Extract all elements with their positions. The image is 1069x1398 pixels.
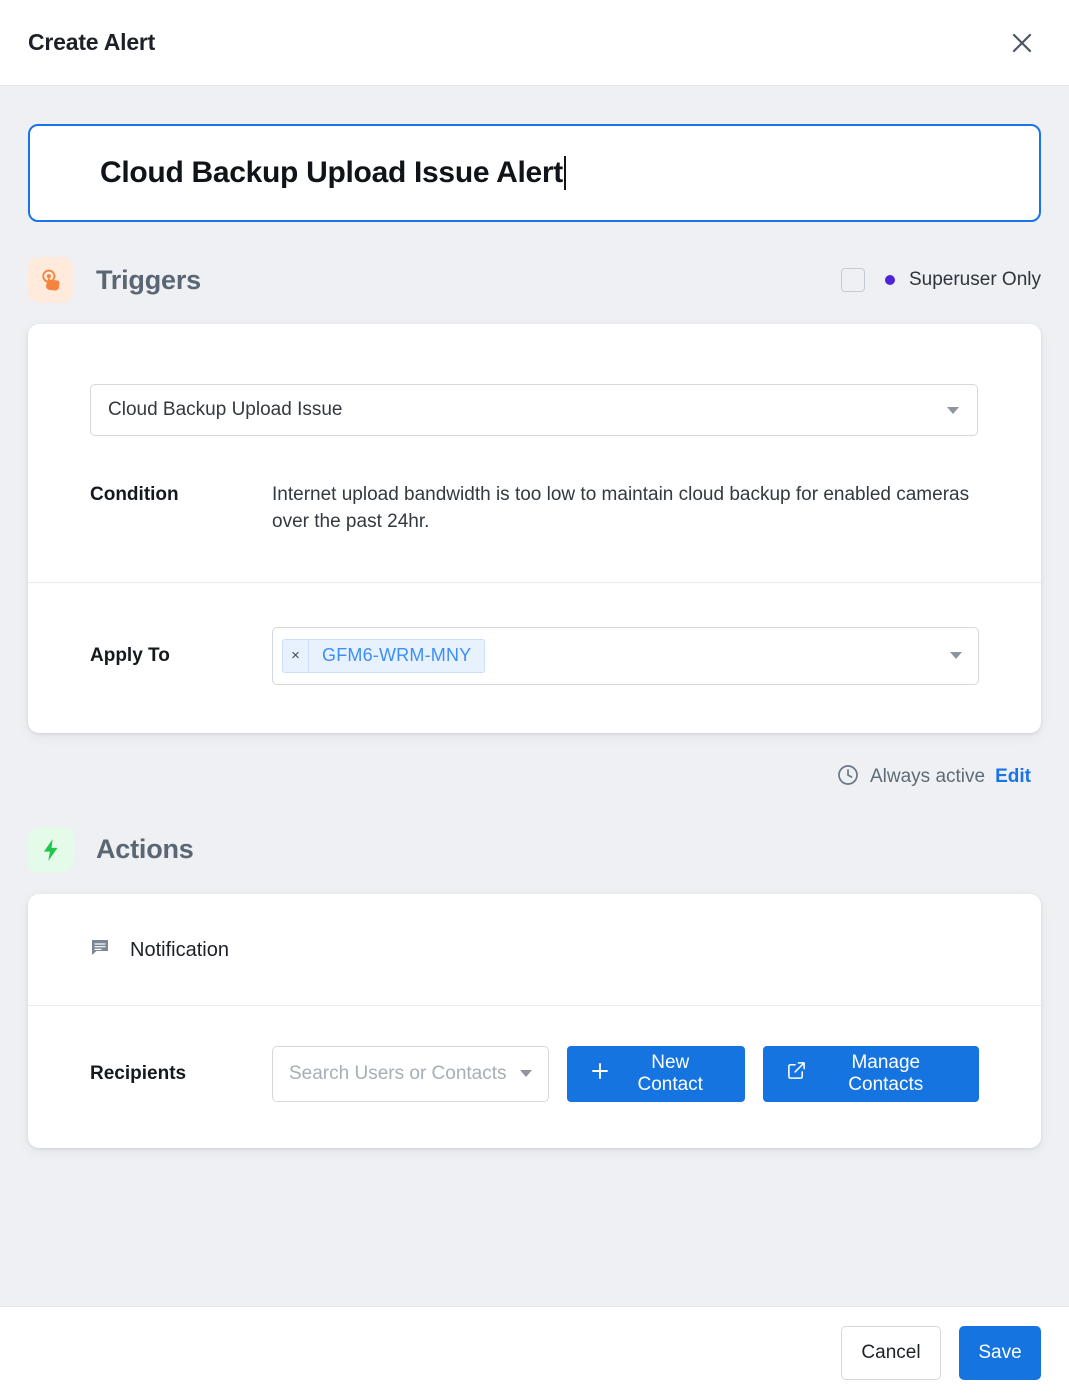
actions-card: Notification Recipients Search Users or … <box>28 893 1041 1148</box>
alert-name-input[interactable]: Cloud Backup Upload Issue Alert <box>28 124 1041 222</box>
trigger-config-block: Cloud Backup Upload Issue Condition Inte… <box>28 324 1041 582</box>
manage-contacts-button[interactable]: Manage Contacts <box>762 1045 979 1102</box>
alert-name-field-wrap: Cloud Backup Upload Issue Alert <box>28 124 1041 222</box>
schedule-row: Always active Edit <box>28 763 1041 792</box>
cancel-button[interactable]: Cancel <box>841 1325 941 1380</box>
apply-to-select[interactable]: × GFM6-WRM-MNY <box>272 626 979 685</box>
chip-label: GFM6-WRM-MNY <box>322 645 472 666</box>
edit-schedule-link[interactable]: Edit <box>995 766 1031 788</box>
apply-to-chip[interactable]: × GFM6-WRM-MNY <box>282 638 486 673</box>
condition-label: Condition <box>90 484 179 505</box>
external-link-icon <box>787 1061 806 1086</box>
clock-icon <box>836 763 860 792</box>
close-icon <box>1011 32 1033 54</box>
touch-gesture-icon <box>28 257 74 303</box>
page-title: Create Alert <box>28 29 156 55</box>
superuser-only-checkbox[interactable] <box>840 268 865 292</box>
triggers-header-left: Triggers <box>28 257 201 303</box>
alert-name-value: Cloud Backup Upload Issue Alert <box>100 156 563 189</box>
chevron-down-icon <box>950 652 962 660</box>
superuser-status-dot <box>884 275 895 285</box>
save-button[interactable]: Save <box>959 1325 1041 1380</box>
trigger-type-select[interactable]: Cloud Backup Upload Issue <box>90 384 978 436</box>
plus-icon <box>591 1062 609 1086</box>
new-contact-button[interactable]: New Contact <box>566 1045 745 1102</box>
superuser-only-label: Superuser Only <box>908 269 1041 290</box>
superuser-only-control: Superuser Only <box>840 268 1041 292</box>
actions-header-left: Actions <box>28 826 194 873</box>
search-placeholder: Search Users or Contacts <box>289 1062 507 1084</box>
chip-remove-icon[interactable]: × <box>283 639 309 672</box>
create-alert-modal: Create Alert Cloud Backup Upload Issue A… <box>0 0 1069 1398</box>
close-button[interactable] <box>1005 26 1039 60</box>
manage-contacts-label: Manage Contacts <box>848 1051 924 1095</box>
apply-to-label: Apply To <box>90 644 170 666</box>
modal-body: Cloud Backup Upload Issue Alert Triggers… <box>0 86 1069 1306</box>
chevron-down-icon <box>519 1070 532 1078</box>
notification-row: Notification <box>28 894 1041 1005</box>
condition-text: Internet upload bandwidth is too low to … <box>272 484 970 532</box>
actions-title: Actions <box>96 834 194 865</box>
recipients-label: Recipients <box>90 1062 187 1084</box>
schedule-text: Always active <box>870 766 986 788</box>
trigger-type-value: Cloud Backup Upload Issue <box>108 399 343 420</box>
triggers-card: Cloud Backup Upload Issue Condition Inte… <box>28 324 1041 733</box>
recipients-row: Recipients Search Users or Contacts New … <box>28 1006 1041 1148</box>
lightning-bolt-icon <box>28 826 74 873</box>
condition-row: Condition Internet upload bandwidth is t… <box>90 482 979 536</box>
chevron-down-icon <box>947 406 959 414</box>
modal-header: Create Alert <box>0 0 1069 86</box>
apply-to-row: Apply To × GFM6-WRM-MNY <box>28 583 1041 733</box>
new-contact-label: New Contact <box>637 1051 703 1095</box>
modal-footer: Cancel Save <box>0 1306 1069 1398</box>
triggers-title: Triggers <box>96 264 201 295</box>
notification-label: Notification <box>130 938 229 961</box>
text-caret <box>564 156 566 190</box>
search-users-contacts-select[interactable]: Search Users or Contacts <box>272 1045 549 1102</box>
message-icon <box>90 938 110 963</box>
actions-section-header: Actions <box>28 824 1041 876</box>
triggers-section-header: Triggers Superuser Only <box>28 254 1041 306</box>
